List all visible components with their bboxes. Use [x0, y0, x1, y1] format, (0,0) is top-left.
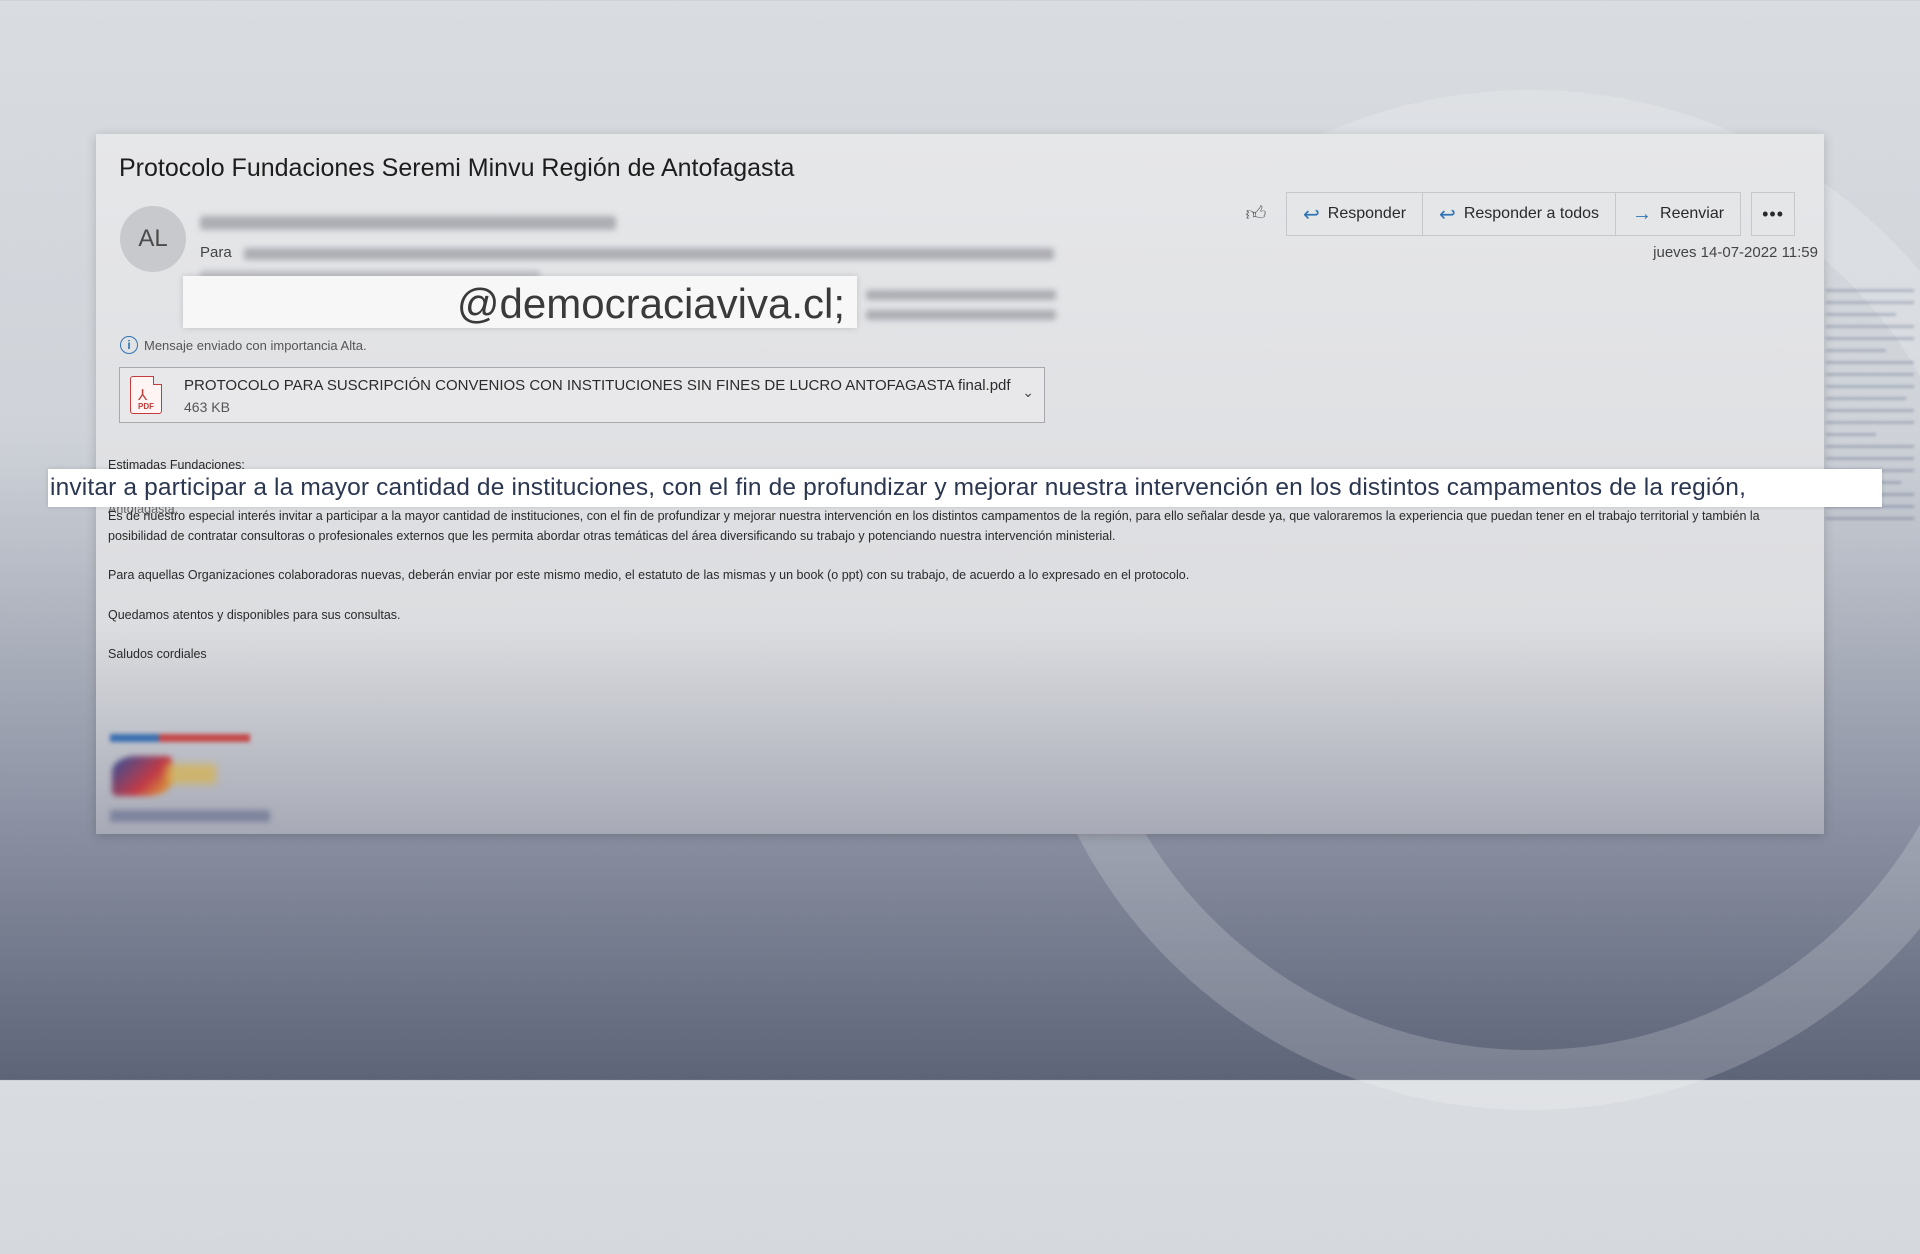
info-icon: i: [120, 336, 138, 354]
reply-icon: ↩: [1303, 203, 1320, 226]
signature-name-redacted: [110, 810, 270, 822]
email-paragraph-1: Es de nuestro especial interés invitar a…: [108, 509, 1760, 543]
attachment-card[interactable]: ⅄ PDF PROTOCOLO PARA SUSCRIPCIÓN CONVENI…: [119, 367, 1045, 423]
email-date: jueves 14-07-2022 11:59: [1653, 244, 1818, 261]
email-subject: Protocolo Fundaciones Seremi Minvu Regió…: [119, 154, 795, 182]
signature-logo: [112, 756, 172, 796]
sender-name-redacted: [200, 216, 616, 230]
thumbs-up-icon: 👍︎: [1245, 203, 1267, 225]
email-paragraph-3: Quedamos atentos y disponibles para sus …: [108, 608, 401, 622]
recipients-redacted-3: [866, 290, 1056, 300]
signature-logo-word: [166, 764, 216, 784]
email-closing: Saludos cordiales: [108, 647, 207, 661]
importance-text: Mensaje enviado con importancia Alta.: [144, 337, 367, 353]
more-icon: •••: [1762, 203, 1784, 224]
chevron-down-icon[interactable]: ⌄: [1022, 384, 1034, 401]
reply-button[interactable]: ↩ Responder: [1286, 192, 1424, 236]
revealed-recipient: @democraciaviva.cl;: [456, 280, 845, 327]
message-actions: 👍︎ ↩ Responder ↩ Responder a todos → Ree…: [1234, 192, 1796, 236]
attachment-name: PROTOCOLO PARA SUSCRIPCIÓN CONVENIOS CON…: [184, 377, 1011, 394]
sender-initials: AL: [138, 225, 168, 252]
more-options-button[interactable]: •••: [1751, 192, 1796, 236]
email-paragraph-2: Para aquellas Organizaciones colaborador…: [108, 568, 1190, 582]
importance-notice: i Mensaje enviado con importancia Alta.: [120, 336, 367, 354]
sender-avatar: AL: [120, 206, 186, 272]
like-button[interactable]: 👍︎: [1234, 192, 1278, 236]
reply-all-icon: ↩: [1439, 203, 1456, 226]
reply-all-button[interactable]: ↩ Responder a todos: [1423, 192, 1617, 236]
highlighted-quote: invitar a participar a la mayor cantidad…: [48, 469, 1882, 507]
reply-all-label: Responder a todos: [1463, 205, 1600, 222]
to-label: Para: [200, 244, 232, 261]
pdf-icon: ⅄ PDF: [130, 376, 162, 414]
highlighted-quote-text: invitar a participar a la mayor cantidad…: [50, 474, 1747, 501]
revealed-recipient-box: @democraciaviva.cl;: [183, 276, 857, 328]
recipients-redacted: [244, 248, 1054, 260]
forward-label: Reenviar: [1660, 205, 1725, 222]
recipients-redacted-4: [866, 310, 1056, 320]
forward-button[interactable]: → Reenviar: [1616, 192, 1742, 236]
reply-label: Responder: [1327, 205, 1407, 222]
attachment-size: 463 KB: [184, 399, 230, 415]
forward-icon: →: [1632, 202, 1653, 225]
signature-logo-bars: [110, 734, 250, 742]
